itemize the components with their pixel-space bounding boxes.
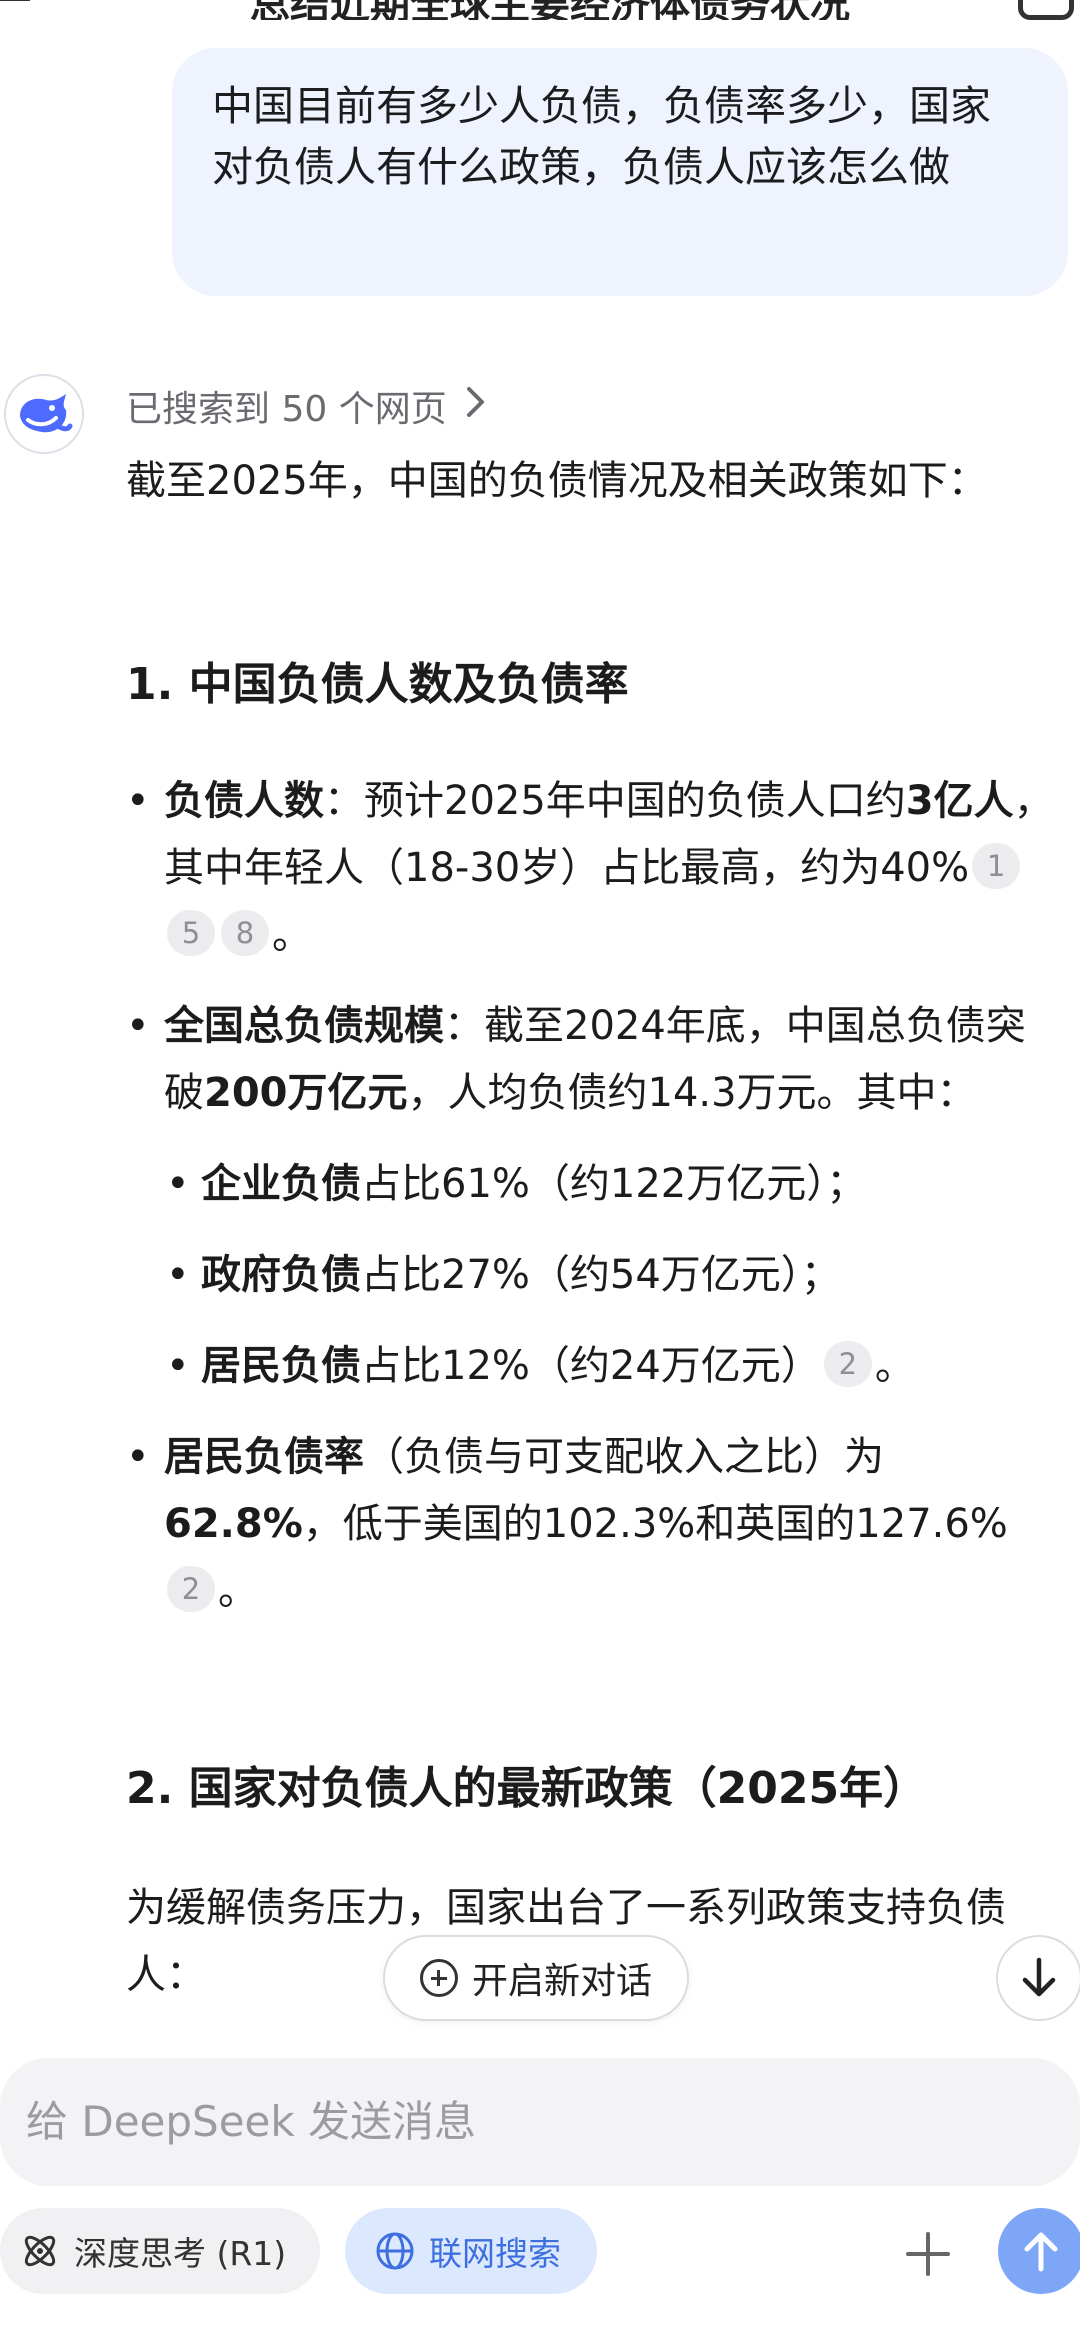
send-button[interactable]	[998, 2208, 1080, 2294]
sub-item-label: 企业负债	[201, 1161, 361, 1207]
sub-item-text: 。	[874, 1343, 915, 1389]
search-summary-label: 已搜索到 50 个网页	[126, 389, 447, 430]
section-heading-1: 1. 中国负债人数及负债率	[126, 659, 629, 710]
deepseek-avatar	[4, 374, 84, 454]
citation-badge[interactable]: 5	[167, 910, 215, 956]
top-bar: 总结近期全球主要经济体债务状况	[0, 0, 1080, 20]
sub-item-label: 居民负债	[201, 1343, 361, 1389]
add-circle-icon	[419, 1959, 458, 1997]
web-search-toggle[interactable]: 联网搜索	[345, 2208, 597, 2294]
chevron-right-icon	[465, 385, 487, 428]
deep-think-label: 深度思考 (R1)	[74, 2234, 287, 2273]
bullet-label: 全国总负债规模	[164, 1003, 444, 1049]
bullet-label: 居民负债率	[164, 1434, 364, 1480]
plus-icon	[906, 2232, 950, 2276]
section-heading-2: 2. 国家对负债人的最新政策（2025年）	[126, 1763, 928, 1814]
bullet-emphasis: 200万亿元	[204, 1070, 408, 1116]
sub-list-item: • 政府负债占比27%（约54万亿元）；	[166, 1252, 841, 1298]
list-item: • 负债人数：预计2025年中国的负债人口约3亿人，其中年轻人（18-30岁）占…	[126, 778, 1054, 958]
search-results-summary[interactable]: 已搜索到 50 个网页	[126, 380, 487, 432]
bullet-text: 。	[218, 1568, 258, 1614]
bullet-text: ：预计2025年中国的负债人口约	[324, 778, 906, 824]
new-chat-button[interactable]: 开启新对话	[383, 1935, 689, 2021]
conversation-title: 总结近期全球主要经济体债务状况	[250, 0, 850, 20]
citation-badge[interactable]: 1	[972, 843, 1021, 889]
deep-think-toggle[interactable]: 深度思考 (R1)	[0, 2208, 320, 2294]
message-composer	[0, 2058, 1080, 2186]
bullet-text: ，人均负债约14.3万元。其中：	[407, 1070, 977, 1116]
bullet-text: 。	[272, 912, 312, 958]
deepseek-whale-icon	[20, 394, 73, 433]
sub-list-item: • 企业负债占比61%（约122万亿元）；	[166, 1161, 867, 1207]
sub-item-text: 占比61%（约122万亿元）；	[361, 1161, 867, 1207]
globe-icon	[376, 2232, 414, 2270]
list-item: • 全国总负债规模：截至2024年底，中国总负债突破200万亿元，人均负债约14…	[126, 1003, 1026, 1116]
citation-badge[interactable]: 8	[221, 910, 269, 956]
bullet-emphasis: 62.8%	[164, 1501, 303, 1547]
web-search-label: 联网搜索	[429, 2234, 561, 2273]
sub-list-item: • 居民负债占比12%（约24万亿元） 2。	[166, 1341, 915, 1389]
sub-item-text: 占比27%（约54万亿元）；	[361, 1252, 841, 1298]
arrow-down-icon	[1022, 1957, 1056, 1997]
bullet-text: （负债与可支配收入之比）为	[364, 1434, 884, 1480]
bullet-emphasis: 3亿人	[905, 778, 1014, 824]
list-item: • 居民负债率（负债与可支配收入之比）为62.8%，低于美国的102.3%和英国…	[126, 1434, 1008, 1614]
attach-button[interactable]	[900, 2226, 956, 2282]
new-chat-icon[interactable]	[1018, 0, 1074, 20]
composer-toolbar: 深度思考 (R1) 联网搜索	[0, 2208, 1080, 2308]
bullet-label: 负债人数	[164, 778, 324, 824]
sub-item-text: 占比12%（约24万亿元）	[361, 1343, 821, 1389]
new-chat-label: 开启新对话	[471, 1961, 652, 2002]
user-message-bubble: 中国目前有多少人负债，负债率多少，国家对负债人有什么政策，负债人应该怎么做	[172, 48, 1068, 296]
citation-badge[interactable]: 2	[823, 1341, 872, 1387]
sub-item-label: 政府负债	[201, 1252, 361, 1298]
message-input[interactable]	[24, 2088, 1028, 2154]
section1-list: • 负债人数：预计2025年中国的负债人口约3亿人，其中年轻人（18-30岁）占…	[126, 768, 1056, 1625]
menu-icon[interactable]	[0, 0, 30, 9]
atom-icon	[24, 2235, 56, 2267]
intro-text: 截至2025年，中国的负债情况及相关政策如下：	[126, 458, 988, 504]
citation-badge[interactable]: 2	[167, 1566, 215, 1612]
arrow-up-icon	[1024, 2232, 1058, 2272]
bullet-text: ，低于美国的102.3%和英国的127.6%	[302, 1501, 1008, 1547]
answer-intro: 截至2025年，中国的负债情况及相关政策如下：	[126, 448, 1056, 515]
scroll-to-bottom-button[interactable]	[996, 1935, 1080, 2021]
